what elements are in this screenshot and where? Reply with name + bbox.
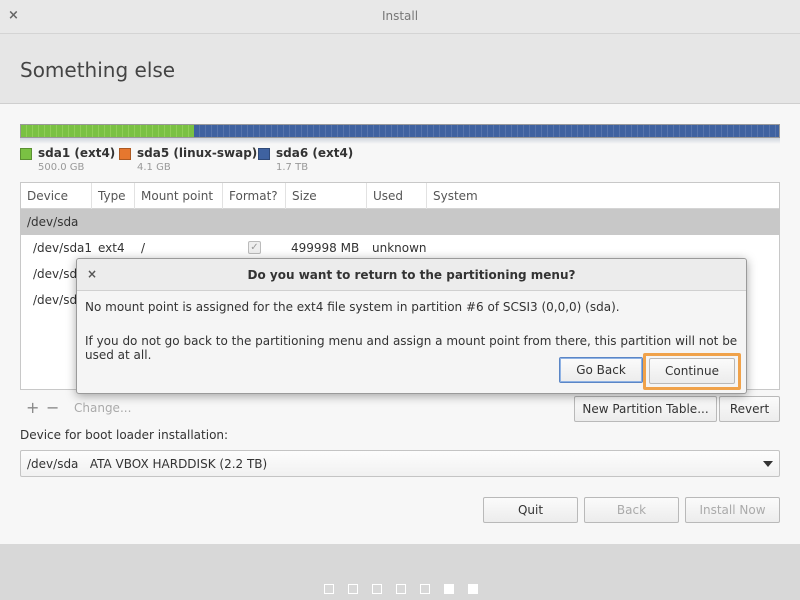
column-header-system[interactable]: System <box>427 183 779 209</box>
progress-dot <box>420 584 430 594</box>
back-button[interactable]: Back <box>584 497 679 523</box>
progress-dot <box>348 584 358 594</box>
confirm-dialog: × Do you want to return to the partition… <box>76 258 747 394</box>
legend-swatch <box>258 148 270 160</box>
bootloader-label: Device for boot loader installation: <box>20 428 229 442</box>
legend-size: 1.7 TB <box>276 162 309 173</box>
column-header-size[interactable]: Size <box>286 183 367 209</box>
legend-item-sda5: sda5 (linux-swap) 4.1 GB <box>119 146 257 173</box>
legend-swatch <box>119 148 131 160</box>
format-checkbox[interactable]: ✓ <box>248 241 261 254</box>
column-header-format[interactable]: Format? <box>223 183 286 209</box>
change-partition-button[interactable]: Change... <box>74 396 131 420</box>
legend-name: sda1 (ext4) <box>38 146 116 160</box>
legend-size: 500.0 GB <box>38 162 85 173</box>
legend-name: sda5 (linux-swap) <box>137 146 258 160</box>
bootloader-select[interactable]: /dev/sda ATA VBOX HARDDISK (2.2 TB) <box>20 450 780 477</box>
cell-device: /dev/sda <box>27 215 79 229</box>
column-header-used[interactable]: Used <box>367 183 427 209</box>
legend-item-sda6: sda6 (ext4) 1.7 TB <box>258 146 353 173</box>
legend-swatch <box>20 148 32 160</box>
partition-bar-sda1 <box>21 125 194 137</box>
legend-name: sda6 (ext4) <box>276 146 354 160</box>
dialog-header: × Do you want to return to the partition… <box>77 259 746 291</box>
bootloader-value: /dev/sda ATA VBOX HARDDISK (2.2 TB) <box>27 457 268 471</box>
legend-size: 4.1 GB <box>137 162 171 173</box>
partition-bar-sda6 <box>194 125 779 137</box>
column-header-device[interactable]: Device <box>21 183 92 209</box>
partition-bar <box>20 124 780 138</box>
progress-dot <box>324 584 334 594</box>
revert-button[interactable]: Revert <box>719 396 780 422</box>
page-header: Something else <box>0 34 800 104</box>
progress-dot <box>396 584 406 594</box>
legend-item-sda1: sda1 (ext4) 500.0 GB <box>20 146 115 173</box>
chevron-down-icon <box>763 461 773 467</box>
new-partition-table-button[interactable]: New Partition Table... <box>574 396 717 422</box>
dialog-message: No mount point is assigned for the ext4 … <box>85 300 620 314</box>
progress-dots <box>324 584 492 594</box>
partition-bar-shadow <box>20 138 780 144</box>
column-header-mount-point[interactable]: Mount point <box>135 183 223 209</box>
table-header: Device Type Mount point Format? Size Use… <box>21 183 779 209</box>
page-title: Something else <box>20 58 176 82</box>
install-now-button[interactable]: Install Now <box>685 497 780 523</box>
go-back-button[interactable]: Go Back <box>559 357 643 383</box>
table-row[interactable]: /dev/sda <box>21 209 779 235</box>
window-titlebar: × Install <box>0 0 800 34</box>
column-header-type[interactable]: Type <box>92 183 135 209</box>
quit-button[interactable]: Quit <box>483 497 578 523</box>
add-partition-button[interactable]: + <box>26 396 39 420</box>
progress-dot-active <box>468 584 478 594</box>
window-title: Install <box>381 9 419 23</box>
dialog-title: Do you want to return to the partitionin… <box>247 268 576 282</box>
continue-button[interactable]: Continue <box>649 358 735 384</box>
progress-dot <box>372 584 382 594</box>
remove-partition-button[interactable]: − <box>46 396 59 420</box>
footer <box>0 544 800 600</box>
progress-dot-active <box>444 584 454 594</box>
